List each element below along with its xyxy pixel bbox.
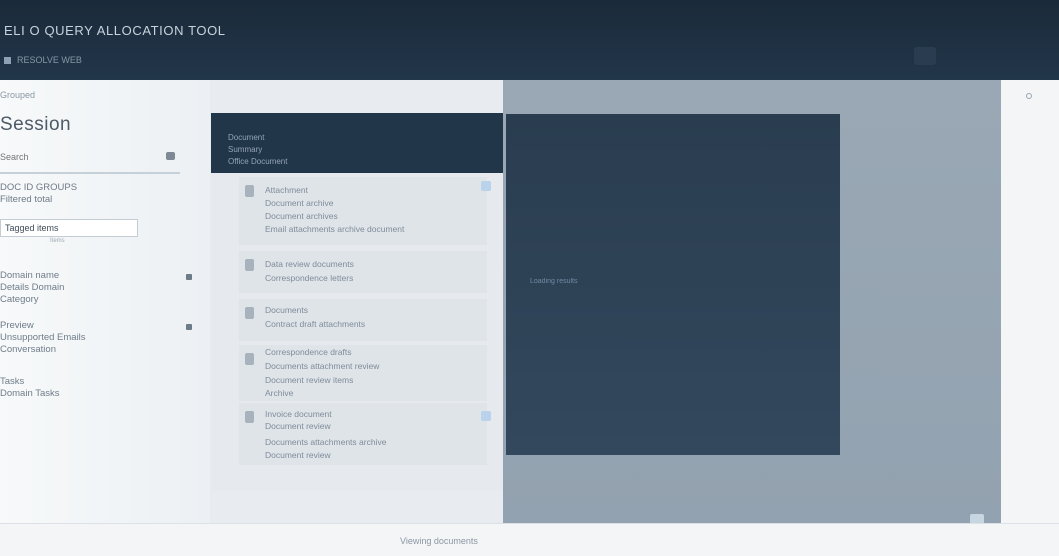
search-box [0,144,180,174]
list-item[interactable]: Invoice document Document review Documen… [239,403,491,465]
list-item-line: Documents [265,305,308,315]
document-icon [245,411,254,423]
group-line: Details Domain [0,282,65,293]
filter-label-line: Filtered total [0,194,53,205]
search-input[interactable] [0,148,150,166]
list-item[interactable]: Correspondence drafts Documents attachme… [239,345,487,401]
list-item-line: Documents attachment review [265,361,380,371]
list-item-line: Correspondence drafts [265,347,352,357]
list-item[interactable]: Data review documents Correspondence let… [239,251,487,293]
list-item-line: Document archives [265,211,338,221]
document-icon [245,353,254,365]
group-line: Unsupported Emails [0,332,86,343]
settings-icon[interactable] [1026,93,1032,99]
sidebar-group[interactable]: Preview Unsupported Emails Conversation [0,320,200,356]
menu-icon[interactable] [4,57,11,65]
list-item-line: Email attachments archive document [265,224,405,234]
document-list: Attachment Document archive Document arc… [211,173,503,491]
list-card-header: Document Summary Office Document [211,113,503,173]
card-header-line: Office Document [228,157,288,166]
list-item-line: Document review items [265,375,354,385]
document-list-card: Document Summary Office Document Attachm… [211,113,503,491]
list-item-line: Contract draft attachments [265,319,366,329]
list-item[interactable]: Attachment Document archive Document arc… [239,177,491,245]
card-header-line: Summary [228,145,263,154]
expand-icon[interactable] [186,274,192,280]
document-icon [245,259,254,271]
right-gutter [1001,80,1059,523]
list-item-line: Document review [265,421,331,431]
status-bar: Viewing documents [0,523,1059,556]
group-line: Category [0,294,39,305]
app-header: ELI O QUERY ALLOCATION TOOL RESOLVE WEB [0,0,1059,80]
group-line: Tasks [0,376,25,387]
filter-caption: Items [50,238,65,244]
overlay-text: Loading results [530,278,578,285]
list-item[interactable]: Documents Contract draft attachments [239,299,487,341]
filter-label: DOC ID GROUPS Filtered total [0,182,77,206]
expand-icon[interactable] [186,324,192,330]
list-item-line: Correspondence letters [265,273,354,283]
list-item-line: Document archive [265,198,334,208]
list-item-line: Attachment [265,185,308,195]
group-line: Preview [0,320,34,331]
app-title: ELI O QUERY ALLOCATION TOOL [4,23,226,38]
sidebar-group[interactable]: Domain name Details Domain Category [0,270,200,306]
app-subtitle-text: RESOLVE WEB [17,55,82,65]
checkbox-icon[interactable] [481,181,491,191]
card-header-line: Document [228,133,265,142]
checkbox-icon[interactable] [481,411,491,421]
list-item-line: Documents attachments archive [265,437,387,447]
list-item-line: Document review [265,450,331,460]
filter-chip[interactable]: Tagged items [0,219,138,237]
breadcrumb[interactable]: Grouped [0,90,35,100]
search-icon[interactable] [166,152,175,160]
list-item-line: Archive [265,388,294,398]
list-item-line: Invoice document [265,409,332,419]
document-icon [245,307,254,319]
sidebar-group[interactable]: Tasks Domain Tasks [0,376,200,400]
left-sidebar: Grouped Session DOC ID GROUPS Filtered t… [0,80,210,556]
page-title: Session [0,114,72,135]
group-line: Domain name [0,270,60,281]
status-text: Viewing documents [400,536,478,546]
group-line: Domain Tasks [0,388,60,399]
filter-label-line: DOC ID GROUPS [0,182,78,193]
header-action-button[interactable] [914,47,936,65]
document-icon [245,185,254,197]
list-item-line: Data review documents [265,259,354,269]
group-line: Conversation [0,344,56,355]
app-subtitle: RESOLVE WEB [4,55,82,65]
